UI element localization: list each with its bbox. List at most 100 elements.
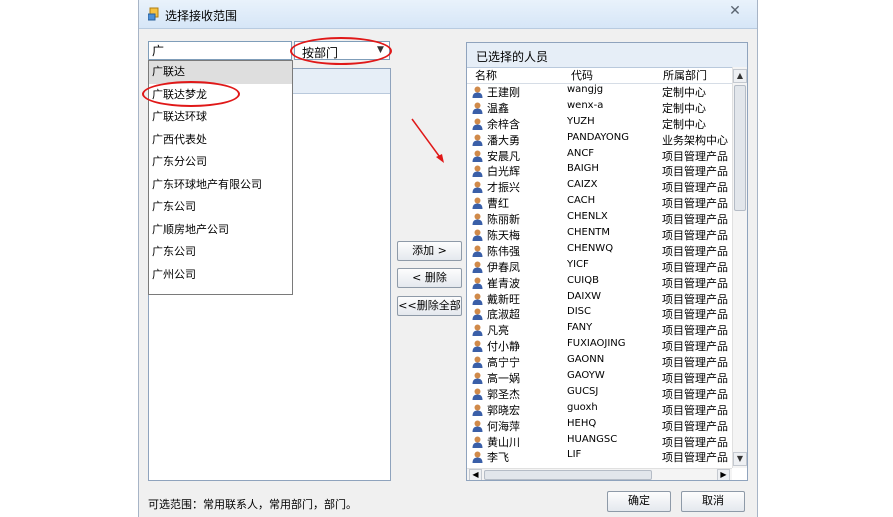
search-suggestion-dropdown: 广联达 广联达梦龙 广联达环球 广西代表处 广东分公司 广东环球地产有限公司 广东公司 广顺房…	[148, 60, 293, 295]
chevron-down-icon[interactable]: ▼	[374, 44, 387, 57]
table-row[interactable]: 伊春凤 YICF 项目管理产品	[467, 259, 732, 275]
table-row[interactable]: 才振兴 CAIZX 项目管理产品	[467, 179, 732, 195]
remove-button[interactable]: < 删除	[397, 268, 462, 288]
user-icon	[472, 420, 483, 432]
table-row[interactable]: 王建刚 wangjg 定制中心	[467, 84, 732, 100]
user-icon	[472, 181, 483, 194]
person-name: 陈伟强	[487, 244, 520, 258]
filter-select[interactable]: 按部门 ▼	[294, 41, 390, 60]
user-icon	[472, 277, 483, 289]
table-row[interactable]: 高一娲 GAOYW 项目管理产品	[467, 370, 732, 386]
column-header-dept[interactable]: 所属部门	[663, 67, 707, 83]
selected-people-panel: 已选择的人员 名称 代码 所属部门 王建刚 wangjg 定制中心 温鑫 wenx-a 定…	[466, 42, 748, 481]
user-icon	[472, 86, 483, 98]
user-icon	[472, 150, 483, 162]
table-row[interactable]: 陈天梅 CHENTM 项目管理产品	[467, 227, 732, 243]
select-recipients-dialog: 选择接收范围 ✕ 按部门 ▼ 广联达广联达梦龙广联达环球广西代表处广东分公司广东…	[138, 0, 758, 517]
remove-all-button[interactable]: <<删除全部	[397, 296, 462, 316]
dropdown-item[interactable]: 广东环球地产有限公司	[149, 174, 292, 197]
user-icon	[472, 245, 483, 257]
table-row[interactable]: 陈丽新 CHENLX 项目管理产品	[467, 211, 732, 227]
person-name: 白光辉	[487, 165, 520, 179]
scroll-up-icon[interactable]: ▲	[733, 69, 747, 83]
table-row[interactable]: 底淑超 DISC 项目管理产品	[467, 306, 732, 322]
person-name: 崔青波	[487, 276, 520, 290]
table-row[interactable]: 温鑫 wenx-a 定制中心	[467, 100, 732, 116]
add-button[interactable]: 添加 >	[397, 241, 462, 261]
person-code: DISC	[567, 306, 591, 318]
user-icon	[472, 340, 483, 353]
table-row[interactable]: 黄山川 HUANGSC 项目管理产品	[467, 434, 732, 450]
person-code: CAIZX	[567, 179, 598, 191]
person-department: 项目管理产品	[662, 340, 728, 354]
person-name: 底淑超	[487, 308, 520, 322]
person-name: 余梓含	[487, 117, 520, 131]
person-name: 伊春凤	[487, 260, 520, 274]
dropdown-item[interactable]: 广东分公司	[149, 151, 292, 174]
table-row[interactable]: 余梓含 YUZH 定制中心	[467, 116, 732, 132]
dropdown-item[interactable]: 广联达环球	[149, 106, 292, 129]
person-name: 温鑫	[487, 101, 509, 115]
person-department: 项目管理产品	[662, 451, 728, 465]
search-input[interactable]	[148, 41, 292, 60]
vertical-scrollbar[interactable]: ▲ ▼	[732, 67, 747, 468]
ok-button[interactable]: 确定	[607, 491, 671, 512]
dropdown-item[interactable]: 广顺房地产公司	[149, 219, 292, 242]
column-header-code[interactable]: 代码	[571, 67, 593, 83]
table-row[interactable]: 高宁宁 GAONN 项目管理产品	[467, 354, 732, 370]
user-icon	[472, 308, 483, 321]
dropdown-item[interactable]: 广联达	[149, 61, 292, 84]
person-code: LIF	[567, 449, 582, 461]
horizontal-scrollbar[interactable]: ◀ ▶	[467, 468, 732, 480]
person-department: 项目管理产品	[662, 292, 728, 306]
user-icon	[472, 324, 483, 337]
scroll-down-icon[interactable]: ▼	[733, 452, 747, 466]
scroll-left-icon[interactable]: ◀	[469, 469, 482, 480]
table-row[interactable]: 郭晓宏 guoxh 项目管理产品	[467, 402, 732, 418]
table-row[interactable]: 郭圣杰 GUCSJ 项目管理产品	[467, 386, 732, 402]
person-department: 项目管理产品	[662, 403, 728, 417]
person-department: 项目管理产品	[662, 260, 728, 274]
cancel-button[interactable]: 取消	[681, 491, 745, 512]
person-department: 定制中心	[662, 101, 706, 115]
selected-people-title-bar: 已选择的人员	[467, 43, 747, 68]
table-row[interactable]: 何海萍 HEHQ 项目管理产品	[467, 418, 732, 434]
person-code: CACH	[567, 195, 596, 207]
annotation-arrow-icon	[411, 118, 444, 163]
table-row[interactable]: 白光辉 BAIGH 项目管理产品	[467, 163, 732, 179]
person-department: 项目管理产品	[662, 308, 728, 322]
person-code: FANY	[567, 322, 593, 334]
table-row[interactable]: 陈伟强 CHENWQ 项目管理产品	[467, 243, 732, 259]
person-code: CUIQB	[567, 274, 599, 286]
table-row[interactable]: 曹红 CACH 项目管理产品	[467, 195, 732, 211]
dropdown-item[interactable]: 广州公司	[149, 264, 292, 287]
table-row[interactable]: 戴新旺 DAIXW 项目管理产品	[467, 291, 732, 307]
table-row[interactable]: 李飞 LIF 项目管理产品	[467, 449, 732, 465]
table-row[interactable]: 潘大勇 PANDAYONG 业务架构中心	[467, 132, 732, 148]
dropdown-item[interactable]: 广东公司	[149, 241, 292, 264]
close-button[interactable]: ✕	[725, 2, 745, 20]
filter-select-value: 按部门	[302, 46, 339, 60]
scroll-right-icon[interactable]: ▶	[717, 469, 730, 480]
vertical-scroll-thumb[interactable]	[734, 85, 746, 211]
user-icon	[472, 118, 483, 130]
table-row[interactable]: 凡亮 FANY 项目管理产品	[467, 322, 732, 338]
person-code: GAONN	[567, 354, 605, 366]
table-row[interactable]: 崔青波 CUIQB 项目管理产品	[467, 275, 732, 291]
table-row[interactable]: 安晨凡 ANCF 项目管理产品	[467, 148, 732, 164]
dropdown-item[interactable]: 广东公司	[149, 196, 292, 219]
person-code: CHENWQ	[567, 242, 614, 254]
dropdown-item[interactable]: 广西代表处	[149, 129, 292, 152]
dropdown-item[interactable]: 广联达梦龙	[149, 84, 292, 107]
person-name: 李飞	[487, 451, 509, 465]
person-name: 付小静	[487, 340, 520, 354]
column-header-name[interactable]: 名称	[475, 67, 497, 83]
person-department: 项目管理产品	[662, 213, 728, 227]
table-row[interactable]: 付小静 FUXIAOJING 项目管理产品	[467, 338, 732, 354]
person-department: 项目管理产品	[662, 197, 728, 211]
user-icon	[472, 436, 483, 448]
horizontal-scroll-thumb[interactable]	[484, 470, 652, 480]
user-icon	[472, 165, 483, 178]
user-icon	[472, 372, 483, 385]
person-code: FUXIAOJING	[567, 338, 626, 350]
